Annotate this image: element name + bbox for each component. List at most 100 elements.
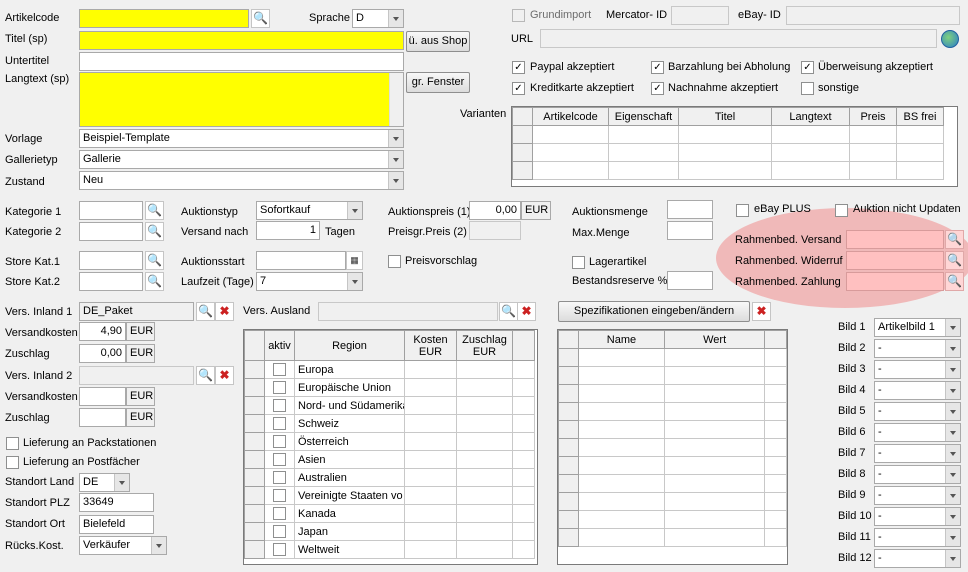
lieferung-pack-checkbox[interactable]: [6, 437, 19, 450]
table-row[interactable]: Vereinigte Staaten vo: [244, 486, 535, 505]
bild-select[interactable]: -: [874, 381, 961, 400]
auktionstyp-select[interactable]: Sofortkauf: [256, 201, 363, 220]
vers-ausland-delete-icon[interactable]: ✖: [517, 302, 536, 321]
region-col-zuschlag[interactable]: Zuschlag EUR: [456, 330, 513, 361]
bild-select[interactable]: -: [874, 339, 961, 358]
region-kosten[interactable]: [404, 522, 457, 541]
table-row[interactable]: [558, 348, 787, 367]
table-row[interactable]: [558, 456, 787, 475]
spezifikationen-button[interactable]: Spezifikationen eingeben/ändern: [558, 301, 750, 322]
standort-land-select[interactable]: DE: [79, 473, 130, 492]
bild-select[interactable]: -: [874, 507, 961, 526]
region-zuschlag[interactable]: [456, 522, 513, 541]
rahmen-zahlung-search-icon[interactable]: 🔍: [945, 272, 964, 291]
vers-ausland-input[interactable]: [318, 302, 498, 321]
region-zuschlag[interactable]: [456, 414, 513, 433]
gallerietyp-select[interactable]: Gallerie: [79, 150, 404, 169]
region-zuschlag[interactable]: [456, 432, 513, 451]
bild-select[interactable]: -: [874, 549, 961, 568]
kategorie2-search-icon[interactable]: 🔍: [145, 222, 164, 241]
titel-input[interactable]: [79, 31, 404, 50]
table-row[interactable]: [558, 402, 787, 421]
table-row[interactable]: [558, 384, 787, 403]
region-kosten[interactable]: [404, 360, 457, 379]
preisgr-input[interactable]: [469, 221, 521, 240]
bild-select[interactable]: -: [874, 444, 961, 463]
varianten-col-header[interactable]: Langtext: [771, 107, 850, 126]
region-kosten[interactable]: [404, 450, 457, 469]
ueberweisung-checkbox[interactable]: ✓: [801, 61, 814, 74]
laufzeit-select[interactable]: 7: [256, 272, 363, 291]
region-aktiv-checkbox[interactable]: [273, 381, 286, 394]
spec-delete-icon[interactable]: ✖: [752, 302, 771, 321]
ebay-id-input[interactable]: [786, 6, 960, 25]
table-row[interactable]: Europäische Union: [244, 378, 535, 397]
bild-select[interactable]: -: [874, 360, 961, 379]
url-input[interactable]: [540, 29, 937, 48]
table-row[interactable]: Japan: [244, 522, 535, 541]
vers-ausland-search-icon[interactable]: 🔍: [499, 302, 518, 321]
preisvorschlag-checkbox[interactable]: [388, 255, 401, 268]
region-grid[interactable]: aktiv Region Kosten EUR Zuschlag EUR Eur…: [243, 329, 538, 565]
region-aktiv-checkbox[interactable]: [273, 435, 286, 448]
auktionspreis-input[interactable]: 0,00: [469, 201, 521, 220]
kategorie1-search-icon[interactable]: 🔍: [145, 201, 164, 220]
row-indicator[interactable]: [244, 450, 265, 469]
auktion-nicht-updaten-checkbox[interactable]: [835, 204, 848, 217]
rahmen-versand-search-icon[interactable]: 🔍: [945, 230, 964, 249]
varianten-grid[interactable]: Artikelcode Eigenschaft Titel Langtext P…: [511, 106, 958, 187]
region-kosten[interactable]: [404, 378, 457, 397]
region-kosten[interactable]: [404, 504, 457, 523]
store-kat1-search-icon[interactable]: 🔍: [145, 251, 164, 270]
row-indicator[interactable]: [244, 396, 265, 415]
rahmen-versand-input[interactable]: [846, 230, 944, 249]
table-row[interactable]: Österreich: [244, 432, 535, 451]
zuschlag2-input[interactable]: [79, 408, 126, 427]
bild-select[interactable]: -: [874, 528, 961, 547]
region-aktiv-checkbox[interactable]: [273, 543, 286, 556]
row-indicator[interactable]: [244, 432, 265, 451]
region-aktiv-checkbox[interactable]: [273, 507, 286, 520]
gr-fenster-button[interactable]: gr. Fenster: [406, 72, 470, 93]
row-indicator[interactable]: [244, 504, 265, 523]
region-zuschlag[interactable]: [456, 504, 513, 523]
standort-plz-input[interactable]: 33649: [79, 493, 154, 512]
varianten-col-header[interactable]: Artikelcode: [532, 107, 609, 126]
region-aktiv-checkbox[interactable]: [273, 417, 286, 430]
store-kat1-input[interactable]: [79, 251, 143, 270]
table-row[interactable]: Nord- und Südamerika: [244, 396, 535, 415]
kreditkarte-checkbox[interactable]: ✓: [512, 82, 525, 95]
row-indicator[interactable]: [244, 468, 265, 487]
region-aktiv-checkbox[interactable]: [273, 363, 286, 376]
spec-grid[interactable]: Name Wert: [557, 329, 788, 565]
varianten-col-header[interactable]: Eigenschaft: [608, 107, 679, 126]
row-indicator[interactable]: [244, 414, 265, 433]
varianten-col-header[interactable]: Preis: [849, 107, 897, 126]
region-aktiv-checkbox[interactable]: [273, 489, 286, 502]
lagerartikel-checkbox[interactable]: [572, 256, 585, 269]
standort-ort-input[interactable]: Bielefeld: [79, 515, 154, 534]
region-kosten[interactable]: [404, 486, 457, 505]
vers-inland1-search-icon[interactable]: 🔍: [196, 302, 215, 321]
region-kosten[interactable]: [404, 540, 457, 559]
region-zuschlag[interactable]: [456, 486, 513, 505]
region-zuschlag[interactable]: [456, 396, 513, 415]
barzahlung-checkbox[interactable]: ✓: [651, 61, 664, 74]
table-row[interactable]: [558, 420, 787, 439]
artikelcode-input[interactable]: [79, 9, 249, 28]
row-indicator[interactable]: [244, 378, 265, 397]
bild-select[interactable]: -: [874, 402, 961, 421]
region-kosten[interactable]: [404, 432, 457, 451]
varianten-col-header[interactable]: Titel: [678, 107, 772, 126]
rahmen-zahlung-input[interactable]: [846, 272, 944, 291]
vers-inland2-delete-icon[interactable]: ✖: [215, 366, 234, 385]
region-kosten[interactable]: [404, 468, 457, 487]
region-aktiv-checkbox[interactable]: [273, 399, 286, 412]
region-aktiv-checkbox[interactable]: [273, 471, 286, 484]
table-row[interactable]: [558, 366, 787, 385]
kategorie2-input[interactable]: [79, 222, 143, 241]
lieferung-post-checkbox[interactable]: [6, 456, 19, 469]
store-kat2-search-icon[interactable]: 🔍: [145, 272, 164, 291]
region-zuschlag[interactable]: [456, 468, 513, 487]
table-row[interactable]: [558, 528, 787, 547]
